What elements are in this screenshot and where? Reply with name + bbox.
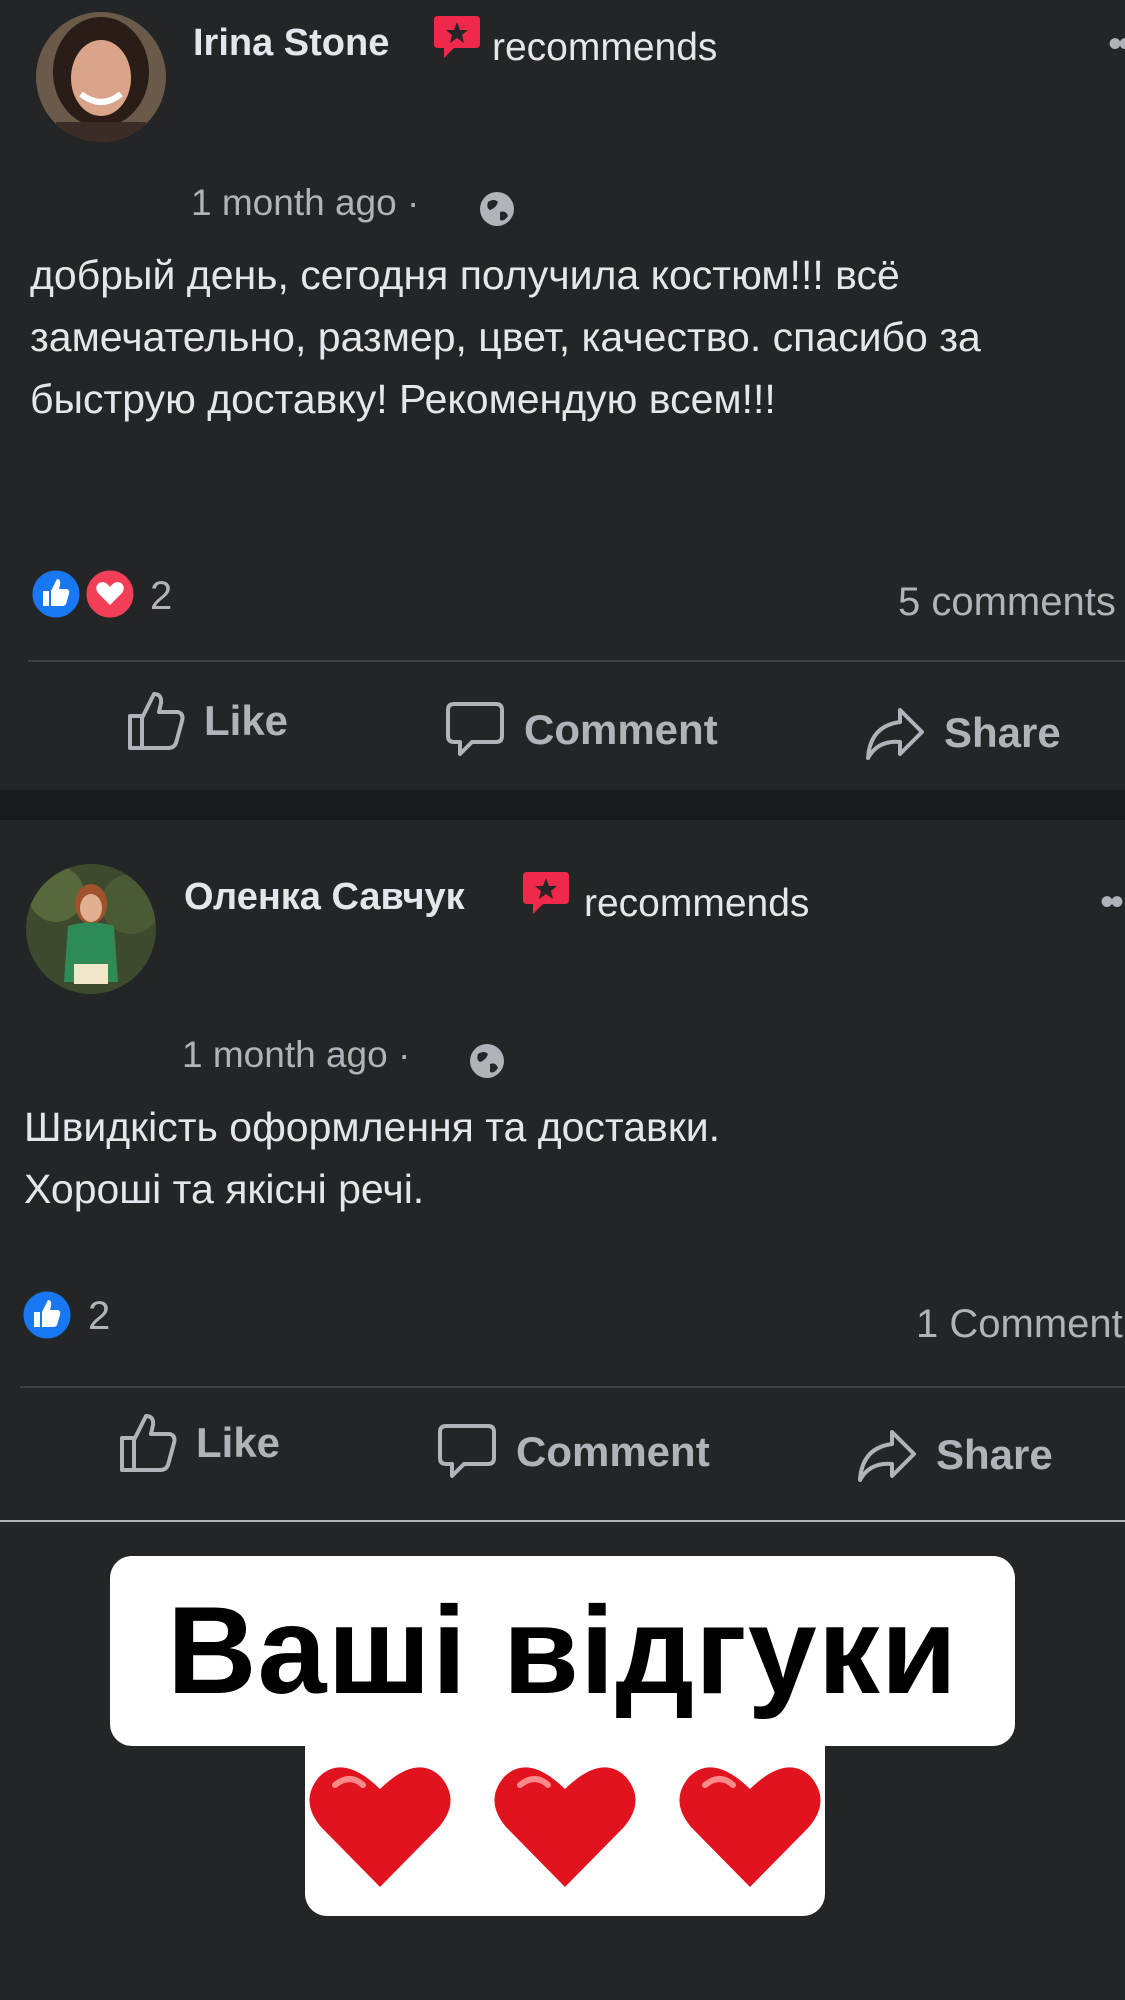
comment-icon <box>438 1424 496 1478</box>
more-options-icon[interactable]: •• <box>1100 880 1124 925</box>
like-button[interactable]: Like <box>126 690 288 752</box>
divider <box>28 660 1125 662</box>
post-text: добрый день, сегодня получила костюм!!! … <box>30 252 981 422</box>
recommends-label: recommends <box>492 26 718 69</box>
more-options-icon[interactable]: •• <box>1108 22 1125 67</box>
recommend-icon <box>434 16 480 58</box>
like-love-icons <box>29 567 137 621</box>
author-name[interactable]: Irina Stone <box>193 22 389 65</box>
post-separator <box>0 790 1125 820</box>
thumbs-up-icon <box>128 692 185 750</box>
globe-icon <box>470 1044 504 1078</box>
heart-icon <box>309 1767 451 1887</box>
like-label: Like <box>196 1419 281 1466</box>
post-time[interactable]: 1 month ago · <box>182 1034 410 1076</box>
share-button[interactable]: Share <box>864 704 1061 762</box>
share-icon <box>858 1430 916 1482</box>
like-label: Like <box>204 697 289 744</box>
reaction-count[interactable]: 2 <box>88 1294 110 1339</box>
banner-title: Ваші відгуки <box>166 1582 959 1720</box>
comments-count[interactable]: 5 comments <box>898 580 1116 625</box>
post-time[interactable]: 1 month ago · <box>191 182 419 224</box>
comment-icon <box>446 702 504 756</box>
share-label: Share <box>944 709 1061 756</box>
recommends-label: recommends <box>584 882 810 925</box>
comments-count[interactable]: 1 Comment <box>916 1302 1123 1347</box>
post-text-line-2: Хороші та якісні речі. <box>24 1166 425 1212</box>
post-text-line-1: Швидкість оформлення та доставки. <box>24 1104 721 1150</box>
author-name[interactable]: Оленка Савчук <box>184 876 465 919</box>
comment-label: Comment <box>524 706 718 753</box>
like-icon <box>20 1288 74 1342</box>
reactions[interactable] <box>28 567 138 621</box>
hearts: ❤️❤️❤️ <box>305 1755 825 1905</box>
reaction-count[interactable]: 2 <box>150 574 172 619</box>
divider <box>20 1386 1125 1388</box>
share-button[interactable]: Share <box>856 1426 1053 1484</box>
review-post-1: Irina Stone recommends •• 1 month ago · … <box>0 0 1125 790</box>
comment-label: Comment <box>516 1428 710 1475</box>
comment-button[interactable]: Comment <box>436 1422 710 1482</box>
avatar[interactable] <box>26 864 156 994</box>
review-post-2: Оленка Савчук recommends •• 1 month ago … <box>0 820 1125 1515</box>
like-button[interactable]: Like <box>118 1412 280 1474</box>
heart-icon <box>494 1767 636 1887</box>
recommend-icon <box>523 872 569 914</box>
share-icon <box>866 708 924 760</box>
divider <box>0 1520 1125 1522</box>
avatar[interactable] <box>36 12 166 142</box>
reactions[interactable] <box>20 1288 74 1342</box>
share-label: Share <box>936 1431 1053 1478</box>
heart-icon <box>679 1767 821 1887</box>
comment-button[interactable]: Comment <box>444 700 718 760</box>
globe-icon <box>480 192 514 226</box>
thumbs-up-icon <box>120 1414 177 1472</box>
